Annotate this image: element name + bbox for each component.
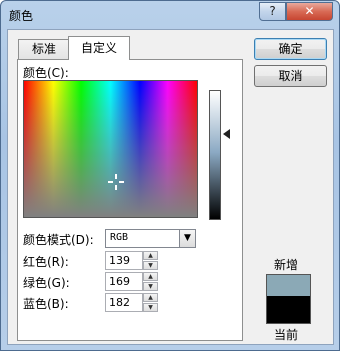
new-color-swatch bbox=[266, 274, 311, 296]
red-label: 红色(R): bbox=[23, 255, 69, 269]
green-value: 169 bbox=[109, 275, 130, 288]
window-title: 颜色 bbox=[9, 9, 34, 23]
green-input[interactable]: 169 bbox=[105, 272, 143, 291]
crosshair-icon bbox=[108, 174, 124, 190]
spin-down-icon[interactable]: ▼ bbox=[143, 303, 158, 312]
blue-value: 182 bbox=[109, 296, 130, 309]
ok-button[interactable]: 确定 bbox=[254, 38, 327, 60]
spin-up-icon[interactable]: ▲ bbox=[143, 272, 158, 281]
red-value: 139 bbox=[109, 254, 130, 267]
red-spinner[interactable]: ▲ ▼ bbox=[143, 251, 158, 270]
blue-label: 蓝色(B): bbox=[23, 297, 69, 311]
color-model-label: 颜色模式(D): bbox=[23, 233, 94, 247]
dialog-client-area: 标准 自定义 颜色(C): 颜色模式(D): RGB ▼ 红色(R): 139 … bbox=[7, 29, 334, 345]
help-button[interactable]: ? bbox=[259, 2, 286, 21]
chevron-down-icon[interactable]: ▼ bbox=[179, 230, 195, 247]
green-label: 绿色(G): bbox=[23, 276, 70, 290]
spin-down-icon[interactable]: ▼ bbox=[143, 282, 158, 291]
tab-standard[interactable]: 标准 bbox=[18, 39, 70, 59]
color-spectrum[interactable] bbox=[23, 80, 198, 218]
close-button[interactable]: ✕ bbox=[286, 2, 333, 21]
new-color-label: 新增 bbox=[274, 258, 299, 272]
current-color-swatch bbox=[266, 296, 311, 324]
colors-label: 颜色(C): bbox=[23, 66, 69, 80]
green-spinner[interactable]: ▲ ▼ bbox=[143, 272, 158, 291]
spin-up-icon[interactable]: ▲ bbox=[143, 293, 158, 302]
color-dialog: 颜色 ? ✕ 标准 自定义 颜色(C): 颜色模式(D): RGB ▼ 红色(R… bbox=[0, 0, 340, 351]
tab-custom[interactable]: 自定义 bbox=[68, 36, 130, 60]
blue-spinner[interactable]: ▲ ▼ bbox=[143, 293, 158, 312]
color-model-value: RGB bbox=[110, 232, 129, 243]
blue-input[interactable]: 182 bbox=[105, 293, 143, 312]
luminance-slider[interactable] bbox=[209, 90, 221, 220]
cancel-button[interactable]: 取消 bbox=[254, 65, 327, 87]
red-input[interactable]: 139 bbox=[105, 251, 143, 270]
luminance-arrow-icon[interactable] bbox=[223, 129, 230, 139]
spin-down-icon[interactable]: ▼ bbox=[143, 261, 158, 270]
spin-up-icon[interactable]: ▲ bbox=[143, 251, 158, 260]
current-color-label: 当前 bbox=[274, 328, 299, 342]
color-model-select[interactable]: RGB ▼ bbox=[105, 229, 196, 248]
